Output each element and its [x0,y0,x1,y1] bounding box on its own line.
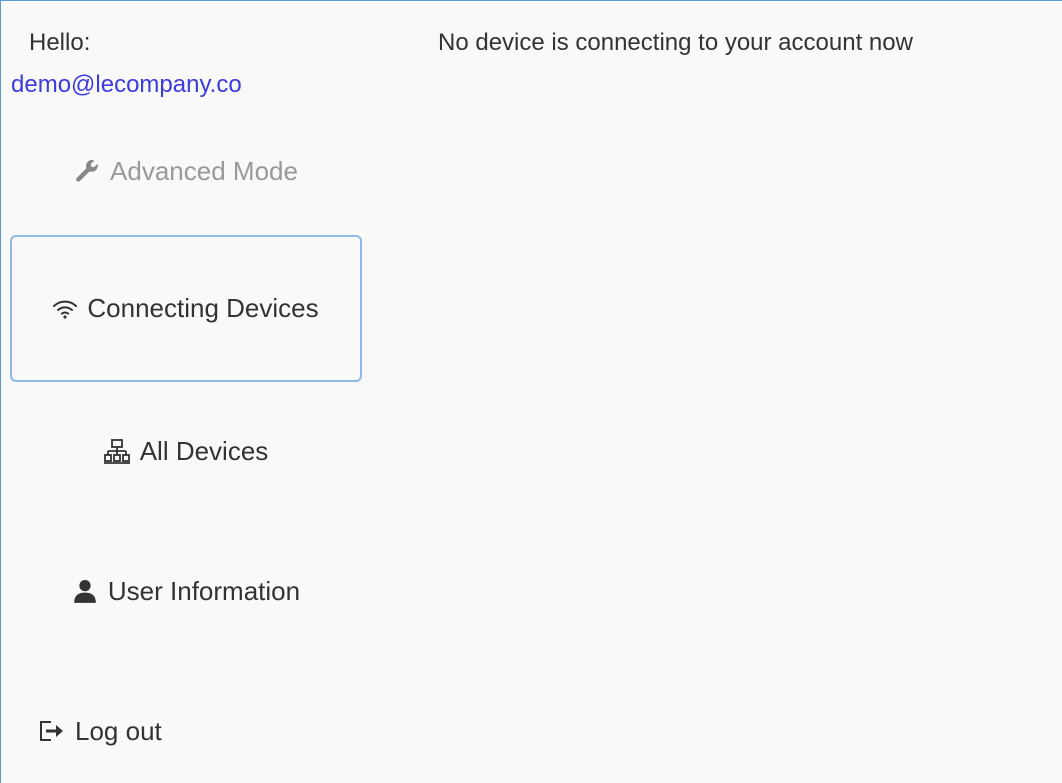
wifi-icon [53,299,78,319]
nav-connecting-devices-label: Connecting Devices [87,293,319,323]
user-icon [72,578,98,604]
user-email-link[interactable]: demo@lecompany.co [11,71,242,99]
nav-advanced-mode-label: Advanced Mode [110,155,298,186]
nav-all-devices[interactable]: All Devices [41,426,331,476]
network-icon [103,438,130,464]
app-frame: Hello: demo@lecompany.co No device is co… [0,0,1062,783]
nav-advanced-mode[interactable]: Advanced Mode [41,146,331,196]
nav-all-devices-label: All Devices [139,435,269,466]
nav-log-out[interactable]: Log out [21,706,201,756]
nav-log-out-label: Log out [75,715,162,746]
nav-connecting-devices[interactable]: Connecting Devices [10,235,362,382]
connection-status-message: No device is connecting to your account … [438,29,913,56]
nav-user-information[interactable]: User Information [21,566,351,616]
greeting-label: Hello: [29,29,91,56]
nav-user-information-label: User Information [107,575,301,606]
logout-icon [39,719,65,743]
wrench-icon [74,158,100,184]
